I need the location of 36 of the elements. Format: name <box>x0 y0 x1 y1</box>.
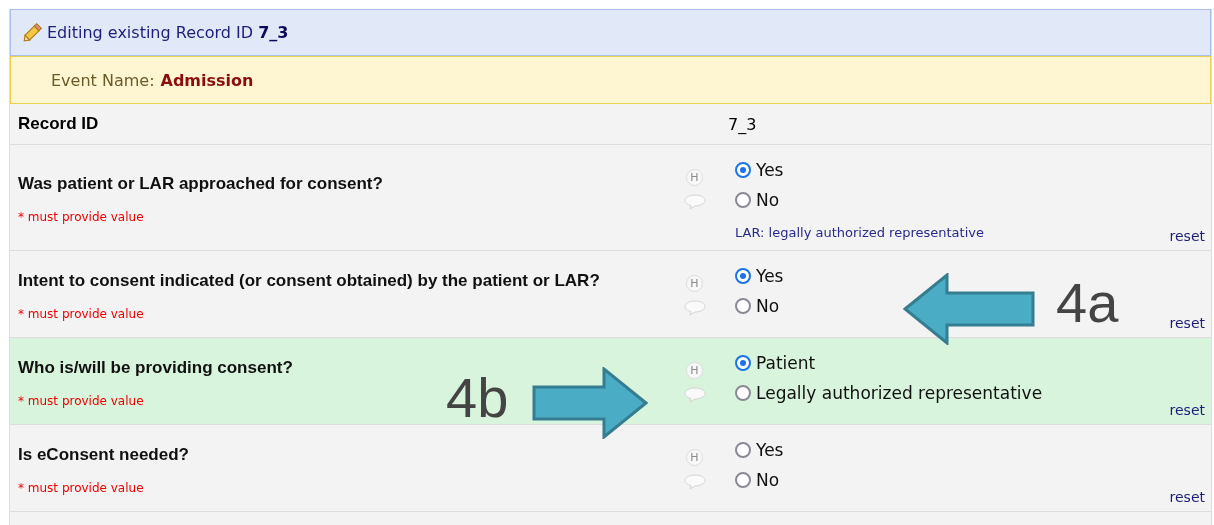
option-label[interactable]: No <box>756 470 780 490</box>
option-label[interactable]: Yes <box>756 266 784 286</box>
radio-button[interactable] <box>735 472 751 488</box>
event-label: Event Name: <box>51 70 155 90</box>
reset-link[interactable]: reset <box>1169 228 1211 250</box>
required-note: * must provide value <box>18 306 145 321</box>
radio-button[interactable] <box>735 385 751 401</box>
required-note: * must provide value <box>18 393 145 408</box>
option-label[interactable]: No <box>756 296 780 316</box>
annotation-label: 4a <box>1056 271 1119 335</box>
radio-button[interactable] <box>735 298 751 314</box>
radio-button[interactable] <box>735 192 751 208</box>
radio-button[interactable] <box>735 268 751 284</box>
record-id-label: Record ID <box>17 114 100 134</box>
radio-button[interactable] <box>735 355 751 371</box>
question-label: Intent to consent indicated (or consent obtained) by the patient or LAR? <box>18 269 601 292</box>
reset-link[interactable]: reset <box>1169 315 1211 337</box>
required-note: * must provide value <box>18 480 145 495</box>
option-label[interactable]: Patient <box>756 353 816 373</box>
question-label: Is eConsent needed? <box>18 443 190 466</box>
question-label: Who is/will be providing consent? <box>18 356 294 379</box>
question-label: Was patient or LAR approached for consent? <box>18 173 384 195</box>
header-title: Editing existing Record ID 7_3 <box>47 23 289 42</box>
reset-link[interactable]: reset <box>1169 489 1211 511</box>
radio-button[interactable] <box>735 442 751 458</box>
required-note: * must provide value <box>18 210 145 224</box>
option-label[interactable]: Legally authorized representative <box>756 383 1043 403</box>
annotation-label: 4b <box>446 366 509 430</box>
option-label[interactable]: No <box>756 190 780 210</box>
record-id-value: 7_3 <box>728 114 757 134</box>
option-label[interactable]: Yes <box>756 160 784 180</box>
reset-link[interactable]: reset <box>1169 402 1211 424</box>
event-value: Admission <box>160 70 254 90</box>
radio-button[interactable] <box>735 162 751 178</box>
option-label[interactable]: Yes <box>756 440 784 460</box>
field-note: LAR: legally authorized representative <box>735 225 985 240</box>
